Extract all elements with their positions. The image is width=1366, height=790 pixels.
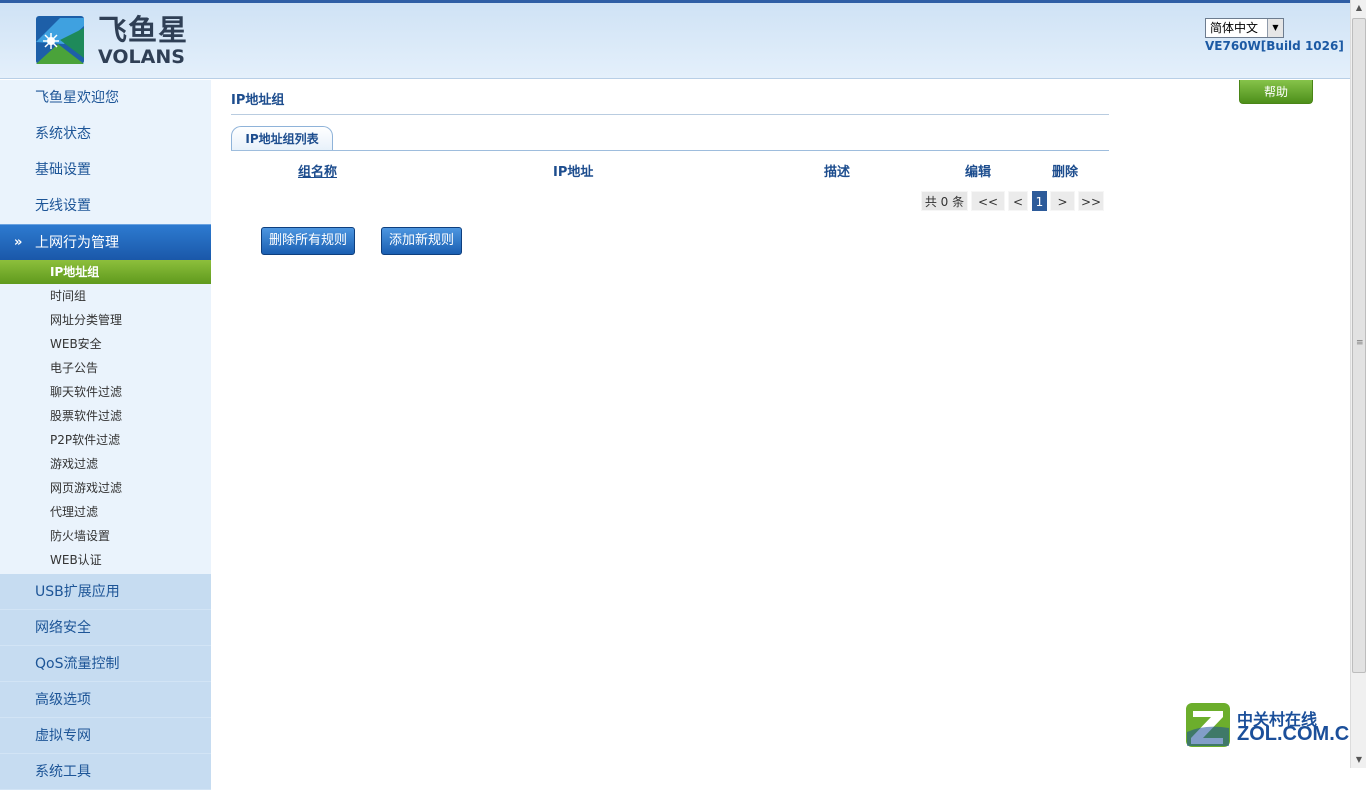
submenu-item-url-category[interactable]: 网址分类管理 [0,308,211,332]
submenu-item-firewall[interactable]: 防火墙设置 [0,524,211,548]
double-chevron-down-icon: » [14,235,23,250]
sidebar-item-system-status[interactable]: 系统状态 [0,116,211,152]
submenu-item-game-filter[interactable]: 游戏过滤 [0,452,211,476]
submenu-item-proxy-filter[interactable]: 代理过滤 [0,500,211,524]
logo-text-en: VOLANS [98,46,185,68]
firmware-version: VE760W[Build 1026] [1205,39,1344,53]
sidebar-item-vpn[interactable]: 虚拟专网 [0,718,211,754]
divider [231,114,1109,115]
pager-count: 共 0 条 [921,191,968,211]
pager-next-button[interactable]: > [1050,191,1075,211]
pager-current-page[interactable]: 1 [1032,191,1047,211]
sidebar-bottom-group: USB扩展应用 网络安全 QoS流量控制 高级选项 虚拟专网 系统工具 [0,574,211,790]
column-header-delete: 删除 [1052,165,1079,180]
volans-logo-icon [36,16,84,64]
column-header-group-name[interactable]: 组名称 [298,161,337,180]
submenu-item-web-security[interactable]: WEB安全 [0,332,211,356]
zol-logo-icon [1186,703,1230,747]
sidebar-item-basic-settings[interactable]: 基础设置 [0,152,211,188]
zol-watermark: 中关村在线 ZOL.COM.CN [1185,700,1364,748]
logo: 飞鱼星 VOLANS [34,14,194,70]
scroll-up-icon[interactable]: ▲ [1352,0,1366,16]
sidebar-item-qos[interactable]: QoS流量控制 [0,646,211,682]
header: 飞鱼星 VOLANS 简体中文 ▼ VE760W[Build 1026] [0,0,1350,79]
page-title: IP地址组 [231,93,285,108]
pager-prev-button[interactable]: < [1008,191,1028,211]
chevron-down-icon[interactable]: ▼ [1267,19,1283,37]
help-button[interactable]: 帮助 [1239,80,1313,104]
zol-text-en: ZOL.COM.CN [1237,723,1364,745]
pager-last-button[interactable]: >> [1078,191,1104,211]
submenu-item-chat-filter[interactable]: 聊天软件过滤 [0,380,211,404]
column-header-edit: 编辑 [965,165,992,180]
main-content: IP地址组 IP地址组列表 组名称 IP地址 描述 编辑 删除 共 0 条 <<… [231,80,1109,768]
submenu-item-ip-group[interactable]: IP地址组 [0,260,211,284]
sidebar-item-network-security[interactable]: 网络安全 [0,610,211,646]
divider [231,150,1109,151]
sidebar-item-welcome[interactable]: 飞鱼星欢迎您 [0,80,211,116]
grip-icon: ≡ [1356,338,1364,348]
language-select-value: 简体中文 [1210,21,1259,35]
submenu-item-web-auth[interactable]: WEB认证 [0,548,211,572]
pager-first-button[interactable]: << [971,191,1005,211]
scroll-down-icon[interactable]: ▼ [1352,752,1366,768]
sidebar-item-system-tools[interactable]: 系统工具 [0,754,211,790]
sidebar-item-behavior-management[interactable]: » 上网行为管理 [0,224,211,260]
sidebar-item-wireless-settings[interactable]: 无线设置 [0,188,211,224]
sidebar-item-label: 上网行为管理 [35,235,119,251]
language-select[interactable]: 简体中文 ▼ [1205,18,1284,38]
sidebar-item-usb[interactable]: USB扩展应用 [0,574,211,610]
scrollbar-thumb[interactable]: ≡ [1352,18,1366,673]
column-header-description: 描述 [824,165,851,180]
logo-text-cn: 飞鱼星 [98,13,189,47]
add-new-rule-button[interactable]: 添加新规则 [381,227,463,255]
page-scrollbar[interactable]: ▲ ≡ ▼ [1350,0,1366,768]
column-header-ip-address: IP地址 [553,165,594,180]
sidebar: 飞鱼星欢迎您 系统状态 基础设置 无线设置 » 上网行为管理 IP地址组 时间组… [0,80,211,790]
submenu-item-web-game-filter[interactable]: 网页游戏过滤 [0,476,211,500]
sidebar-submenu: IP地址组 时间组 网址分类管理 WEB安全 电子公告 聊天软件过滤 股票软件过… [0,260,211,574]
tab-ip-group-list[interactable]: IP地址组列表 [231,126,333,151]
submenu-item-p2p-filter[interactable]: P2P软件过滤 [0,428,211,452]
submenu-item-stock-filter[interactable]: 股票软件过滤 [0,404,211,428]
submenu-item-bulletin[interactable]: 电子公告 [0,356,211,380]
sidebar-top-group: 飞鱼星欢迎您 系统状态 基础设置 无线设置 [0,80,211,224]
sidebar-item-advanced[interactable]: 高级选项 [0,682,211,718]
delete-all-rules-button[interactable]: 删除所有规则 [261,227,356,255]
submenu-item-time-group[interactable]: 时间组 [0,284,211,308]
